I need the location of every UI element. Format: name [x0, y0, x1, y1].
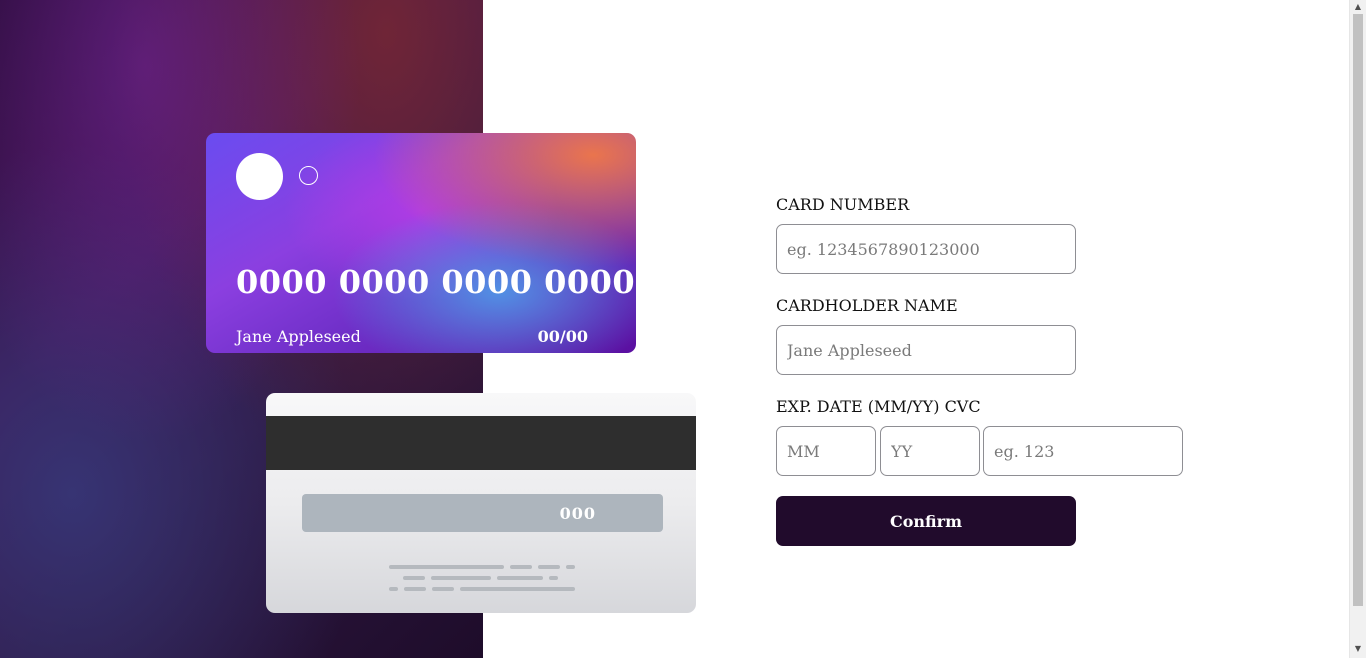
vertical-scrollbar[interactable]: ▲ ▼	[1349, 0, 1366, 658]
cardholder-name-label: CARDHOLDER NAME	[776, 296, 958, 315]
exp-year-input[interactable]	[880, 426, 980, 476]
confirm-button[interactable]: Confirm	[776, 496, 1076, 546]
cvc-input[interactable]	[983, 426, 1183, 476]
card-logo-filled-circle-icon	[236, 153, 283, 200]
card-number-input[interactable]	[776, 224, 1076, 274]
exp-month-input[interactable]	[776, 426, 876, 476]
card-expiry-display: 00/00	[537, 327, 588, 346]
card-front: 0000 0000 0000 0000 Jane Appleseed 00/00	[206, 133, 636, 353]
signature-strip: 000	[302, 494, 663, 532]
scroll-down-arrow-icon[interactable]: ▼	[1350, 642, 1366, 656]
card-number-display: 0000 0000 0000 0000	[236, 263, 636, 301]
scrollbar-thumb[interactable]	[1353, 14, 1363, 606]
card-back: 000	[266, 393, 696, 613]
exp-date-cvc-label: EXP. DATE (MM/YY) CVC	[776, 397, 981, 416]
page: 0000 0000 0000 0000 Jane Appleseed 00/00…	[0, 0, 1366, 658]
cardholder-name-input[interactable]	[776, 325, 1076, 375]
card-logo-outline-circle-icon	[299, 166, 318, 185]
scroll-up-arrow-icon[interactable]: ▲	[1350, 0, 1366, 14]
card-cvc-display: 000	[559, 504, 596, 523]
card-number-label: CARD NUMBER	[776, 195, 910, 214]
magnetic-strip	[266, 416, 696, 470]
cardholder-name-display: Jane Appleseed	[236, 327, 361, 346]
